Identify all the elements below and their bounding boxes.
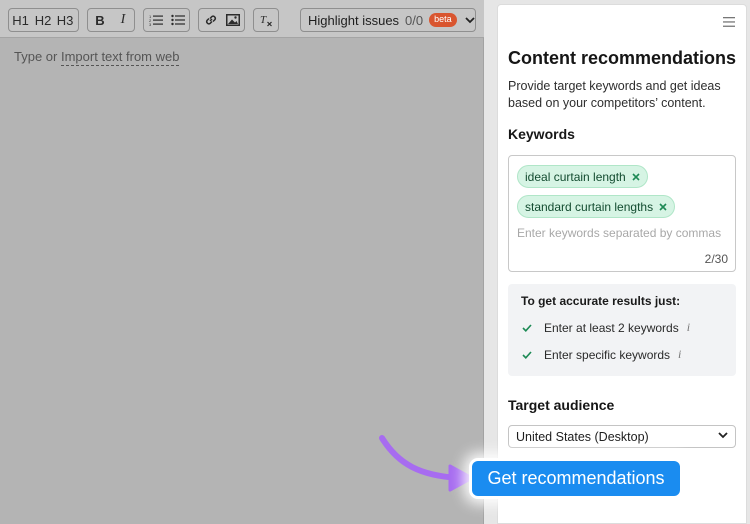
image-button[interactable] xyxy=(222,9,244,31)
chevron-down-icon xyxy=(465,16,475,23)
highlight-issues-dropdown[interactable]: Highlight issues 0/0 beta xyxy=(300,8,476,32)
remove-keyword-icon[interactable] xyxy=(632,172,640,181)
insert-group xyxy=(198,8,245,32)
ordered-list-button[interactable]: 1 2 3 xyxy=(144,9,167,31)
tip-text: Enter at least 2 keywords xyxy=(544,320,679,335)
h2-label: H2 xyxy=(34,12,52,28)
bold-button[interactable]: B xyxy=(88,9,112,31)
italic-button[interactable]: I xyxy=(112,9,134,31)
chevron-down-icon xyxy=(718,432,728,439)
bold-icon: B xyxy=(95,12,105,28)
image-icon xyxy=(226,14,240,26)
check-icon xyxy=(522,350,544,359)
h3-label: H3 xyxy=(56,12,74,28)
check-icon xyxy=(522,323,544,332)
tip-item: Enter specific keywords i xyxy=(522,347,681,362)
import-text-link[interactable]: Import text from web xyxy=(60,49,180,66)
format-group: B I xyxy=(87,8,135,32)
target-audience-select[interactable]: United States (Desktop) xyxy=(508,425,736,448)
h3-button[interactable]: H3 xyxy=(54,9,76,31)
link-button[interactable] xyxy=(199,9,222,31)
menu-icon[interactable] xyxy=(723,17,735,27)
panel-description: Provide target keywords and get ideas ba… xyxy=(508,79,721,110)
clear-format-button[interactable]: T xyxy=(254,9,278,31)
keyword-chip: standard curtain lengths xyxy=(517,195,676,218)
highlight-issues-count: 0/0 xyxy=(405,12,424,28)
info-icon[interactable]: i xyxy=(687,320,690,335)
tips-box: To get accurate results just: Enter at l… xyxy=(508,284,736,376)
clear-format-icon: T xyxy=(260,14,272,27)
editor-toolbar: H1 H2 H3 B I 1 2 3 T Highlight issues 0/… xyxy=(0,0,484,38)
target-audience-label: Target audience xyxy=(508,397,615,413)
h2-button[interactable]: H2 xyxy=(32,9,54,31)
clear-group: T xyxy=(253,8,279,32)
ordered-list-icon: 1 2 3 xyxy=(149,14,163,26)
heading-group: H1 H2 H3 xyxy=(8,8,79,32)
remove-keyword-icon[interactable] xyxy=(659,202,667,211)
italic-icon: I xyxy=(120,12,126,27)
keywords-label: Keywords xyxy=(508,126,575,142)
panel-title: Content recommendations xyxy=(508,48,737,68)
bullet-list-icon xyxy=(171,14,185,26)
tip-text: Enter specific keywords xyxy=(544,347,671,362)
recommendations-panel: Content recommendations Provide target k… xyxy=(497,4,747,524)
h1-label: H1 xyxy=(12,12,29,28)
h1-button[interactable]: H1 xyxy=(9,9,32,31)
keyword-chip-label: ideal curtain length xyxy=(525,169,626,184)
get-recommendations-button[interactable]: Get recommendations xyxy=(472,461,680,496)
beta-badge: beta xyxy=(429,13,457,27)
placeholder-text: Type or xyxy=(14,49,58,64)
tips-title: To get accurate results just: xyxy=(521,294,681,308)
pointer-arrow-icon xyxy=(379,435,474,492)
keyword-input[interactable]: Enter keywords separated by commas xyxy=(517,226,721,240)
keyword-chip-label: standard curtain lengths xyxy=(525,199,654,214)
keyword-counter: 2/30 xyxy=(704,252,728,266)
keyword-chip: ideal curtain length xyxy=(517,165,648,188)
svg-text:3: 3 xyxy=(149,22,152,26)
link-icon xyxy=(205,15,216,25)
highlight-issues-label: Highlight issues xyxy=(308,12,400,28)
keywords-field[interactable]: ideal curtain length standard curtain le… xyxy=(508,155,736,272)
tip-item: Enter at least 2 keywords i xyxy=(522,320,690,335)
info-icon[interactable]: i xyxy=(678,347,681,362)
bullet-list-button[interactable] xyxy=(167,9,189,31)
list-group: 1 2 3 xyxy=(143,8,190,32)
editor-placeholder: Type or Import text from web xyxy=(14,49,180,66)
target-audience-value: United States (Desktop) xyxy=(516,429,649,444)
svg-text:T: T xyxy=(260,14,267,26)
